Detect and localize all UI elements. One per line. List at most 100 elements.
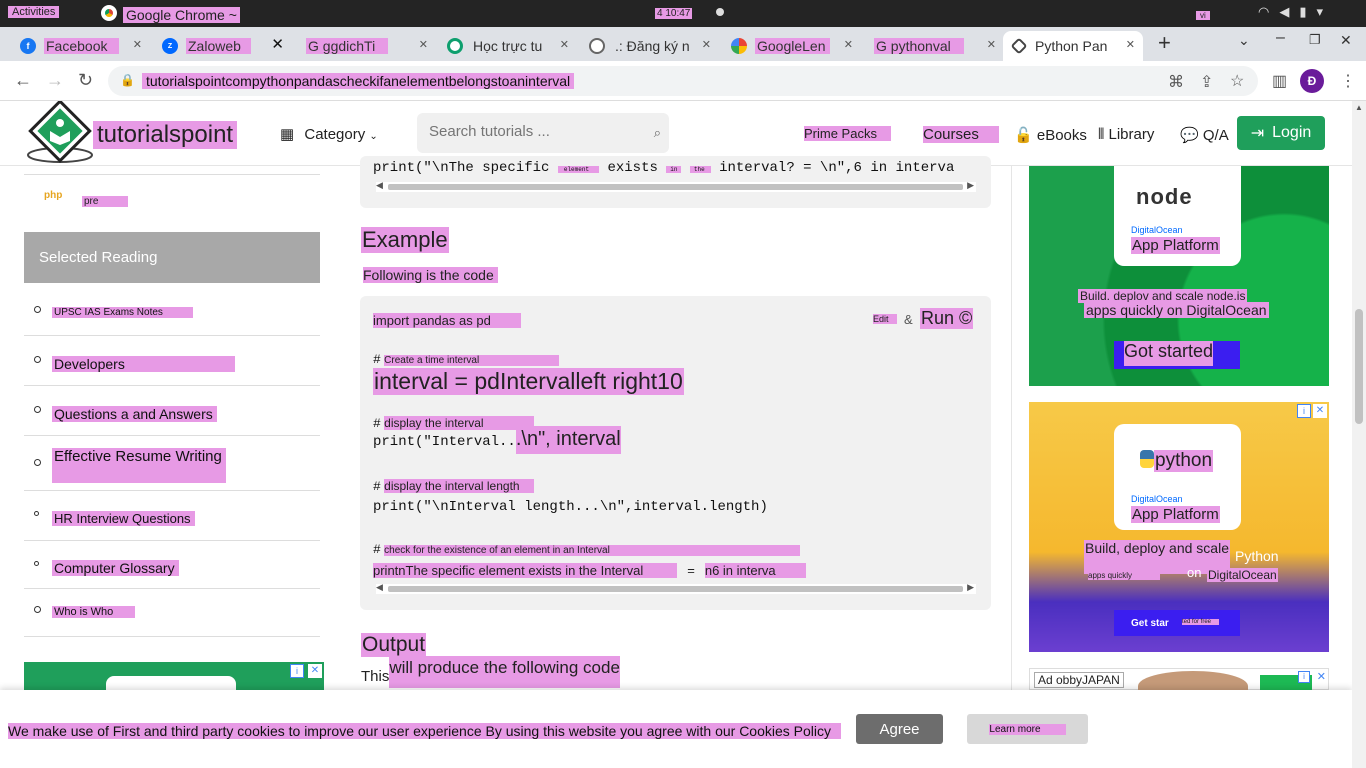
kebab-menu-icon[interactable]: ⋮ bbox=[1340, 71, 1356, 91]
minimize-button[interactable]: – bbox=[1276, 29, 1285, 47]
close-icon[interactable]: ✕ bbox=[1126, 38, 1135, 51]
ebooks-link[interactable]: 🔓 eBooks bbox=[1014, 126, 1087, 144]
scroll-right-icon[interactable]: ▶ bbox=[967, 582, 974, 593]
window-close-button[interactable]: ✕ bbox=[1340, 32, 1352, 49]
scroll-left-icon[interactable]: ◀ bbox=[376, 180, 383, 191]
ad-info-icon[interactable]: i bbox=[1298, 671, 1310, 683]
scroll-thumb[interactable] bbox=[388, 586, 963, 592]
code-block-example: import pandas as pd Edit & Run © # Creat… bbox=[360, 296, 991, 610]
close-icon[interactable]: ✕ bbox=[419, 38, 428, 51]
ad-info-icon[interactable]: i bbox=[290, 664, 304, 678]
back-button[interactable]: ← bbox=[14, 70, 32, 91]
category-menu[interactable]: ▦ Category ⌄ bbox=[280, 125, 378, 143]
tutorialspoint-logo[interactable] bbox=[26, 101, 94, 165]
side-panel-icon[interactable]: ▥ bbox=[1272, 71, 1287, 91]
learn-more-label: Learn more bbox=[989, 723, 1066, 735]
system-tray[interactable]: ◠◀▮▾ bbox=[1258, 4, 1333, 20]
bullet-icon bbox=[34, 561, 39, 566]
scroll-thumb[interactable] bbox=[1355, 309, 1363, 424]
tab-title: Học trực tu bbox=[473, 38, 543, 54]
library-link[interactable]: ⫴ Library bbox=[1098, 126, 1154, 143]
scroll-up-icon[interactable]: ▲ bbox=[1355, 103, 1363, 112]
close-icon[interactable]: ✕ bbox=[308, 664, 322, 678]
ad-cta-label: Got started bbox=[1124, 341, 1214, 366]
python-logo: python bbox=[1154, 450, 1214, 472]
learn-more-button[interactable]: Learn more bbox=[967, 714, 1088, 744]
close-icon[interactable]: ✕ bbox=[560, 38, 569, 51]
translate-icon[interactable]: ⌘ bbox=[1168, 72, 1184, 92]
close-icon[interactable]: ✕ bbox=[271, 35, 284, 53]
tab-search-button[interactable]: ⌄ bbox=[1238, 32, 1250, 49]
tab-google-translate[interactable]: G ggdichTi ✕ bbox=[296, 31, 436, 61]
brand-name[interactable]: tutorialspoint bbox=[93, 121, 238, 149]
forward-button[interactable]: → bbox=[46, 70, 64, 91]
ad-card: python DigitalOcean App Platform bbox=[1114, 424, 1241, 530]
library-label: Library bbox=[1108, 126, 1155, 143]
ad-tagline: DigitalOcean bbox=[1207, 568, 1278, 582]
sidebar-item-resume[interactable]: Effective Resume Writing bbox=[24, 436, 320, 491]
courses-link[interactable]: Courses bbox=[923, 126, 999, 143]
close-icon[interactable]: ✕ bbox=[702, 38, 711, 51]
app-menu[interactable]: Google Chrome ~ bbox=[123, 7, 240, 23]
sidebar-item-who[interactable]: Who is Who bbox=[24, 589, 320, 637]
bullet-icon bbox=[34, 459, 41, 466]
url-text[interactable]: tutorialspointcompythonpandascheckifanel… bbox=[142, 73, 575, 89]
ad-python[interactable]: i ✕ python DigitalOcean App Platform Bui… bbox=[1029, 402, 1329, 652]
maximize-button[interactable]: ❐ bbox=[1309, 32, 1321, 48]
close-icon[interactable]: ✕ bbox=[1313, 404, 1327, 418]
close-icon[interactable]: ✕ bbox=[133, 38, 142, 51]
sidebar-item-pre[interactable]: pre bbox=[82, 196, 129, 207]
search-icon[interactable]: ⌕ bbox=[654, 125, 661, 141]
share-icon[interactable]: ⇪ bbox=[1200, 72, 1213, 92]
sidebar-item-upsc[interactable]: UPSC IAS Exams Notes bbox=[24, 283, 320, 336]
lock-icon[interactable]: 🔒 bbox=[120, 73, 135, 87]
login-button[interactable]: ⇥ Login bbox=[1237, 116, 1325, 150]
scroll-left-icon[interactable]: ◀ bbox=[376, 582, 383, 593]
python-logo-icon bbox=[1140, 450, 1154, 468]
prime-packs-link[interactable]: Prime Packs bbox=[804, 126, 891, 141]
address-bar[interactable]: 🔒 tutorialspointcompythonpandascheckifan… bbox=[108, 66, 1258, 96]
scroll-thumb[interactable] bbox=[388, 184, 963, 190]
profile-avatar[interactable]: Đ bbox=[1300, 69, 1324, 93]
activities-button[interactable]: Activities bbox=[8, 6, 60, 18]
tab-facebook[interactable]: f Facebook ✕ bbox=[10, 31, 150, 61]
bookmark-star-icon[interactable]: ☆ bbox=[1230, 71, 1244, 91]
qa-link[interactable]: 💬 Q/A bbox=[1180, 126, 1229, 144]
tab-google-lens[interactable]: GoogleLen ✕ bbox=[721, 31, 861, 61]
ad-cta-button[interactable]: Got started bbox=[1114, 341, 1240, 369]
tab-registration[interactable]: .: Đăng ký n ✕ bbox=[579, 31, 719, 61]
run-button[interactable]: Run © bbox=[920, 308, 974, 329]
scroll-right-icon[interactable]: ▶ bbox=[967, 180, 974, 191]
bullet-icon bbox=[34, 511, 39, 516]
agree-button[interactable]: Agree bbox=[856, 714, 943, 744]
search-input[interactable] bbox=[429, 123, 629, 140]
code-scrollbar[interactable]: ◀ ▶ bbox=[376, 582, 976, 594]
ad-cta-button[interactable]: Get star ted for free bbox=[1114, 610, 1240, 636]
sidebar-item-hr[interactable]: HR Interview Questions bbox=[24, 491, 320, 541]
tab-python-pandas[interactable]: Python Pan ✕ bbox=[1003, 31, 1143, 61]
close-icon[interactable]: ✕ bbox=[987, 38, 996, 51]
tab-course[interactable]: Học trực tu ✕ bbox=[437, 31, 577, 61]
notification-dot-icon bbox=[716, 8, 724, 16]
reload-button[interactable]: ↻ bbox=[78, 70, 93, 91]
sidebar-item-glossary[interactable]: Computer Glossary bbox=[24, 541, 320, 589]
code-scrollbar[interactable]: ◀ ▶ bbox=[376, 180, 976, 192]
ad-nodejs[interactable]: node DigitalOcean App Platform Build. de… bbox=[1029, 166, 1329, 386]
close-icon[interactable]: ✕ bbox=[1317, 670, 1326, 683]
sidebar-item-developers[interactable]: Developers bbox=[24, 336, 320, 386]
tab-google-search[interactable]: G pythonval ✕ bbox=[864, 31, 1004, 61]
sidebar-ad[interactable]: i ✕ bbox=[24, 662, 324, 692]
output-heading: Output bbox=[361, 633, 427, 657]
code-line: print("Interval...\n", interval bbox=[373, 426, 621, 454]
ad-hobbyjapan[interactable]: Ad obbyJAPAN i ✕ bbox=[1029, 668, 1329, 701]
edit-button[interactable]: Edit bbox=[873, 314, 897, 324]
tab-zalo[interactable]: Z Zaloweb ✕ bbox=[152, 31, 292, 61]
sidebar-item-questions[interactable]: Questions a and Answers bbox=[24, 386, 320, 436]
clock[interactable]: 4 10:47 bbox=[655, 8, 693, 19]
ad-info-icon[interactable]: i bbox=[1297, 404, 1311, 418]
close-icon[interactable]: ✕ bbox=[844, 38, 853, 51]
keyboard-layout[interactable]: vi bbox=[1196, 11, 1210, 20]
search-box[interactable]: ⌕ bbox=[417, 113, 669, 153]
new-tab-button[interactable]: + bbox=[1158, 30, 1171, 56]
page-scrollbar[interactable]: ▲ bbox=[1352, 101, 1366, 768]
